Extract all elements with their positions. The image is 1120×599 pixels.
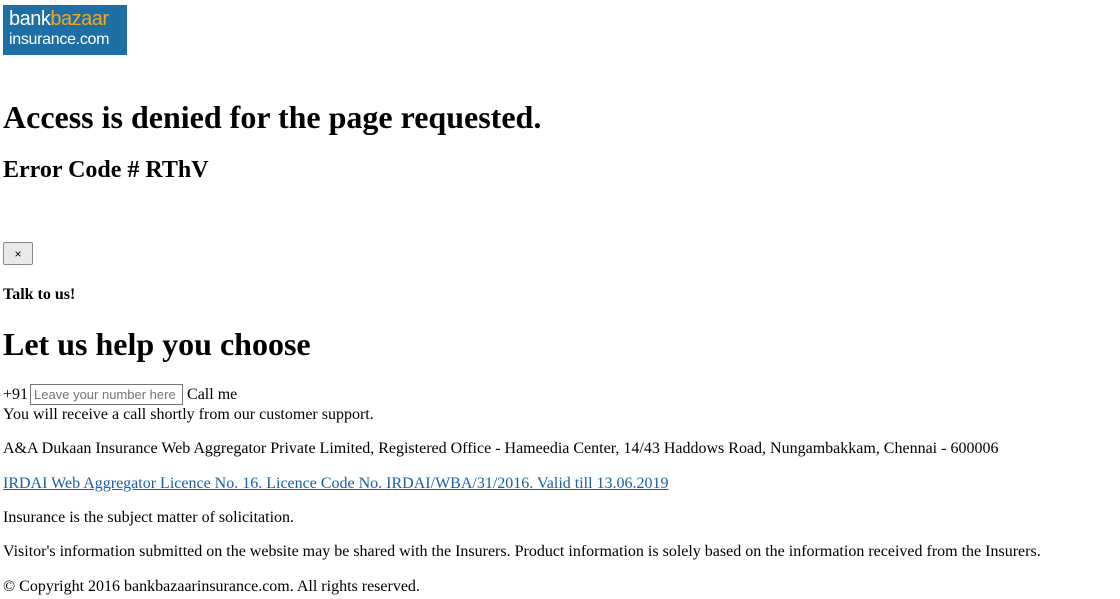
call-confirmation-text: You will receive a call shortly from our… [3, 406, 374, 423]
logo-line-2: insurance.com [9, 31, 110, 48]
error-heading: Access is denied for the page requested. [3, 99, 542, 135]
logo-line-1: bankbazaar [9, 9, 127, 29]
call-me-button[interactable]: Call me [187, 386, 237, 404]
logo-text-bank: bank [9, 8, 51, 30]
bankbazaar-insurance-logo[interactable]: bankbazaar insurance.com [3, 5, 127, 55]
talk-to-us-label: Talk to us! [3, 286, 76, 303]
disclaimer-text: Visitor's information submitted on the w… [3, 543, 1041, 560]
logo-text-bazaar: bazaar [50, 8, 109, 30]
solicitation-text: Insurance is the subject matter of solic… [3, 509, 295, 526]
close-button[interactable]: × [3, 242, 33, 265]
phone-row: +91 Call me [3, 384, 237, 405]
country-code: +91 [3, 385, 29, 403]
copyright-text: © Copyright 2016 bankbazaarinsurance.com… [3, 578, 420, 595]
registered-address: A&A Dukaan Insurance Web Aggregator Priv… [3, 440, 999, 457]
help-choose-title: Let us help you choose [3, 326, 311, 362]
irdai-license-link[interactable]: IRDAI Web Aggregator Licence No. 16. Lic… [3, 475, 669, 492]
error-code: Error Code # RThV [3, 157, 209, 183]
phone-number-input[interactable] [30, 384, 184, 405]
